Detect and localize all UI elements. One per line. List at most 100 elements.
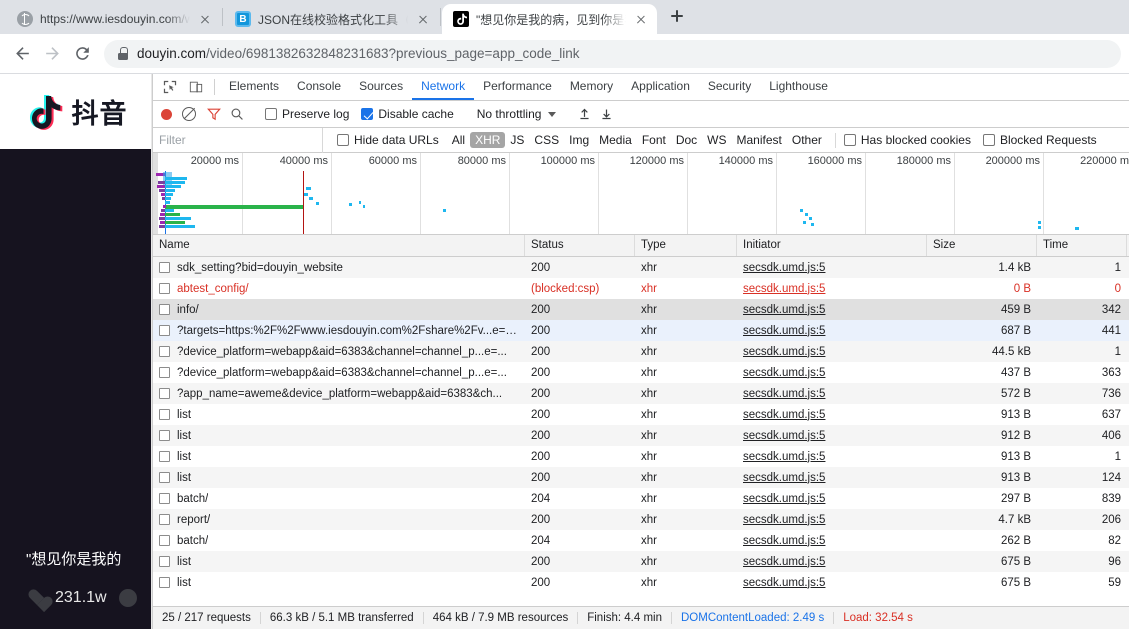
table-row[interactable]: list 200 xhr secsdk.umd.js:5 675 B 96 <box>153 551 1129 572</box>
row-checkbox-icon[interactable] <box>159 409 170 420</box>
tab-memory[interactable]: Memory <box>561 74 622 100</box>
back-button[interactable] <box>8 40 36 68</box>
tab-performance[interactable]: Performance <box>474 74 561 100</box>
row-checkbox-icon[interactable] <box>159 472 170 483</box>
initiator-link[interactable]: secsdk.umd.js:5 <box>743 283 825 295</box>
close-icon[interactable] <box>633 11 649 27</box>
table-row[interactable]: report/200 xhr secsdk.umd.js:5 4.7 kB 206 <box>153 509 1129 530</box>
filter-type-font[interactable]: Font <box>637 132 671 148</box>
blocked-requests-checkbox[interactable]: Blocked Requests <box>982 133 1097 147</box>
row-checkbox-icon[interactable] <box>159 514 170 525</box>
throttling-dropdown[interactable]: No throttling <box>477 107 557 121</box>
address-bar[interactable]: douyin.com/video/6981382632848231683?pre… <box>104 39 1121 68</box>
initiator-link[interactable]: secsdk.umd.js:5 <box>743 451 825 463</box>
table-row[interactable]: list 200 xhr secsdk.umd.js:5 913 B 637 <box>153 404 1129 425</box>
table-row[interactable]: ?app_name=aweme&device_platform=webapp&a… <box>153 383 1129 404</box>
filter-type-ws[interactable]: WS <box>702 132 731 148</box>
column-header-status[interactable]: Status <box>525 235 635 256</box>
table-row[interactable]: list 200 xhr secsdk.umd.js:5 913 B 1 <box>153 446 1129 467</box>
row-checkbox-icon[interactable] <box>159 325 170 336</box>
table-row[interactable]: ?device_platform=webapp&aid=6383&channel… <box>153 362 1129 383</box>
initiator-link[interactable]: secsdk.umd.js:5 <box>743 493 825 505</box>
row-checkbox-icon[interactable] <box>159 388 170 399</box>
has-blocked-cookies-checkbox[interactable]: Has blocked cookies <box>843 133 971 147</box>
table-row[interactable]: abtest_config/ (blocked:csp) xhr secsdk.umd… <box>153 278 1129 299</box>
filter-type-other[interactable]: Other <box>787 132 827 148</box>
browser-tab-3[interactable]: "想见你是我的病，见到你是我 <box>442 4 657 34</box>
import-har-icon[interactable] <box>573 107 595 121</box>
initiator-link[interactable]: secsdk.umd.js:5 <box>743 304 825 316</box>
table-row[interactable]: list 200 xhr secsdk.umd.js:5 675 B 59 <box>153 572 1129 593</box>
initiator-link[interactable]: secsdk.umd.js:5 <box>743 430 825 442</box>
tab-elements[interactable]: Elements <box>220 74 288 100</box>
filter-type-all[interactable]: All <box>447 132 470 148</box>
table-row[interactable]: sdk_setting?bid=douyin_website 200 xhr secs… <box>153 257 1129 278</box>
initiator-link[interactable]: secsdk.umd.js:5 <box>743 535 825 547</box>
douyin-video-area[interactable]: "想见你是我的 231.1w <box>0 149 151 629</box>
reload-button[interactable] <box>68 40 96 68</box>
hide-data-urls-checkbox[interactable]: Hide data URLs <box>337 133 439 147</box>
row-checkbox-icon[interactable] <box>159 556 170 567</box>
row-checkbox-icon[interactable] <box>159 367 170 378</box>
device-toolbar-icon[interactable] <box>183 74 209 100</box>
column-header-type[interactable]: Type <box>635 235 737 256</box>
network-overview[interactable]: 20000 ms 40000 ms 60000 ms 80000 ms 1000… <box>153 153 1129 235</box>
tab-lighthouse[interactable]: Lighthouse <box>760 74 837 100</box>
column-header-initiator[interactable]: Initiator <box>737 235 927 256</box>
table-row[interactable]: batch/204 xhr secsdk.umd.js:5 297 B 839 <box>153 488 1129 509</box>
row-checkbox-icon[interactable] <box>159 493 170 504</box>
initiator-link[interactable]: secsdk.umd.js:5 <box>743 325 825 337</box>
tab-application[interactable]: Application <box>622 74 699 100</box>
column-header-size[interactable]: Size <box>927 235 1037 256</box>
column-header-name[interactable]: Name <box>153 235 525 256</box>
filter-type-doc[interactable]: Doc <box>671 132 702 148</box>
filter-input[interactable]: Filter <box>153 127 323 153</box>
row-checkbox-icon[interactable] <box>159 451 170 462</box>
table-row[interactable]: info/200 xhr secsdk.umd.js:5 459 B 342 <box>153 299 1129 320</box>
comment-icon[interactable] <box>118 589 137 607</box>
like-stat[interactable]: 231.1w <box>28 589 107 607</box>
row-checkbox-icon[interactable] <box>159 535 170 546</box>
row-checkbox-icon[interactable] <box>159 283 170 294</box>
inspect-element-icon[interactable] <box>157 74 183 100</box>
filter-type-img[interactable]: Img <box>564 132 594 148</box>
initiator-link[interactable]: secsdk.umd.js:5 <box>743 472 825 484</box>
filter-type-js[interactable]: JS <box>505 132 529 148</box>
search-icon[interactable] <box>230 107 244 121</box>
initiator-link[interactable]: secsdk.umd.js:5 <box>743 262 825 274</box>
tab-security[interactable]: Security <box>699 74 760 100</box>
tab-console[interactable]: Console <box>288 74 350 100</box>
disable-cache-checkbox[interactable]: Disable cache <box>361 107 454 121</box>
initiator-link[interactable]: secsdk.umd.js:5 <box>743 514 825 526</box>
filter-icon[interactable] <box>207 107 221 121</box>
filter-type-media[interactable]: Media <box>594 132 637 148</box>
initiator-link[interactable]: secsdk.umd.js:5 <box>743 577 825 589</box>
table-row[interactable]: list 200 xhr secsdk.umd.js:5 912 B 406 <box>153 425 1129 446</box>
clear-icon[interactable] <box>182 107 196 121</box>
close-icon[interactable] <box>197 11 213 27</box>
table-row[interactable]: ?targets=https:%2F%2Fwww.iesdouyin.com%2… <box>153 320 1129 341</box>
table-row[interactable]: batch/204 xhr secsdk.umd.js:5 262 B 82 <box>153 530 1129 551</box>
export-har-icon[interactable] <box>595 107 617 121</box>
initiator-link[interactable]: secsdk.umd.js:5 <box>743 556 825 568</box>
browser-tab-2[interactable]: B JSON在线校验格式化工具（Be <box>224 4 439 34</box>
row-checkbox-icon[interactable] <box>159 346 170 357</box>
filter-type-css[interactable]: CSS <box>529 132 564 148</box>
tab-sources[interactable]: Sources <box>350 74 412 100</box>
column-header-time[interactable]: Time <box>1037 235 1127 256</box>
preserve-log-checkbox[interactable]: Preserve log <box>265 107 349 121</box>
initiator-link[interactable]: secsdk.umd.js:5 <box>743 346 825 358</box>
row-checkbox-icon[interactable] <box>159 304 170 315</box>
record-icon[interactable] <box>161 108 172 120</box>
initiator-link[interactable]: secsdk.umd.js:5 <box>743 367 825 379</box>
close-icon[interactable] <box>415 11 431 27</box>
table-row[interactable]: ?device_platform=webapp&aid=6383&channel… <box>153 341 1129 362</box>
row-checkbox-icon[interactable] <box>159 577 170 588</box>
row-checkbox-icon[interactable] <box>159 262 170 273</box>
table-row[interactable]: list 200 xhr secsdk.umd.js:5 913 B 124 <box>153 467 1129 488</box>
browser-tab-1[interactable]: https://www.iesdouyin.com/we <box>6 4 221 34</box>
initiator-link[interactable]: secsdk.umd.js:5 <box>743 388 825 400</box>
filter-type-manifest[interactable]: Manifest <box>732 132 787 148</box>
initiator-link[interactable]: secsdk.umd.js:5 <box>743 409 825 421</box>
new-tab-button[interactable] <box>663 2 691 30</box>
